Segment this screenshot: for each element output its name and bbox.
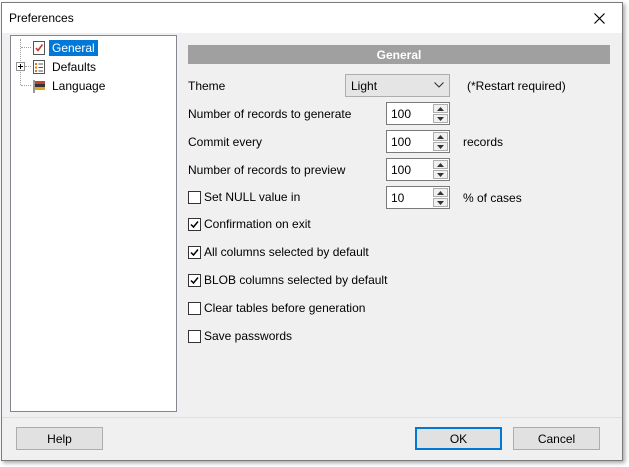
- footer-divider: [2, 417, 622, 418]
- tree-item-language[interactable]: Language: [31, 77, 108, 94]
- tree-item-defaults[interactable]: Defaults: [31, 58, 99, 75]
- theme-label: Theme: [188, 79, 226, 93]
- checkbox-box: [188, 190, 201, 204]
- records-generate-label: Number of records to generate: [188, 107, 352, 121]
- checkbox-box: [188, 273, 201, 287]
- plus-icon: [18, 64, 23, 69]
- help-button[interactable]: Help: [16, 427, 103, 450]
- increment-button[interactable]: [433, 104, 448, 113]
- records-preview-label: Number of records to preview: [188, 163, 346, 177]
- save-passwords-checkbox[interactable]: Save passwords: [188, 329, 292, 343]
- chevron-down-icon: [434, 82, 444, 88]
- close-icon: [593, 12, 605, 24]
- expand-defaults-toggle[interactable]: [16, 62, 25, 71]
- records-generate-input[interactable]: [387, 103, 431, 124]
- tree-item-general[interactable]: General: [31, 39, 98, 56]
- arrow-down-icon: [437, 116, 444, 121]
- decrement-button[interactable]: [433, 114, 448, 123]
- cancel-button[interactable]: Cancel: [513, 427, 600, 450]
- confirm-exit-label: Confirmation on exit: [204, 217, 311, 231]
- arrow-down-icon: [437, 172, 444, 177]
- arrow-up-icon: [437, 162, 444, 167]
- clear-tables-label: Clear tables before generation: [204, 301, 366, 315]
- ok-button[interactable]: OK: [415, 427, 502, 450]
- blob-columns-checkbox[interactable]: BLOB columns selected by default: [188, 273, 387, 287]
- checkmark-icon: [190, 248, 199, 256]
- arrow-down-icon: [437, 200, 444, 205]
- checkmark-icon: [190, 220, 199, 228]
- set-null-checkbox[interactable]: Set NULL value in: [188, 190, 300, 204]
- checkbox-box: [188, 245, 201, 259]
- arrow-down-icon: [437, 144, 444, 149]
- decrement-button[interactable]: [433, 142, 448, 151]
- category-tree[interactable]: General Defaults Language: [10, 35, 177, 412]
- all-columns-checkbox[interactable]: All columns selected by default: [188, 245, 369, 259]
- flag-icon: [31, 78, 47, 94]
- increment-button[interactable]: [433, 160, 448, 169]
- restart-note: (*Restart required): [467, 79, 566, 93]
- records-generate-stepper: [386, 102, 450, 125]
- commit-every-stepper: [386, 130, 450, 153]
- increment-button[interactable]: [433, 188, 448, 197]
- title-bar: Preferences: [2, 3, 622, 33]
- confirm-exit-checkbox[interactable]: Confirmation on exit: [188, 217, 311, 231]
- theme-value: Light: [351, 79, 378, 93]
- increment-button[interactable]: [433, 132, 448, 141]
- checkbox-box: [188, 329, 201, 343]
- preferences-dialog: Preferences General Defaults Language Ge…: [1, 2, 623, 461]
- list-icon: [31, 59, 47, 75]
- percent-cases-label: % of cases: [463, 191, 522, 205]
- theme-select[interactable]: Light: [345, 74, 450, 97]
- checkbox-box: [188, 301, 201, 315]
- save-passwords-label: Save passwords: [204, 329, 293, 343]
- commit-every-label: Commit every: [188, 135, 263, 149]
- checklist-icon: [31, 40, 47, 56]
- checkbox-box: [188, 217, 201, 231]
- null-percent-input[interactable]: [387, 187, 431, 208]
- close-button[interactable]: [576, 3, 622, 33]
- checkmark-icon: [190, 276, 199, 284]
- records-preview-input[interactable]: [387, 159, 431, 180]
- arrow-up-icon: [437, 106, 444, 111]
- tree-item-label: Defaults: [52, 59, 97, 74]
- commit-every-input[interactable]: [387, 131, 431, 152]
- tree-item-label: Language: [52, 78, 106, 93]
- arrow-up-icon: [437, 134, 444, 139]
- arrow-up-icon: [437, 190, 444, 195]
- records-preview-stepper: [386, 158, 450, 181]
- blob-columns-label: BLOB columns selected by default: [204, 273, 388, 287]
- tree-item-label: General: [49, 39, 98, 56]
- set-null-label: Set NULL value in: [204, 190, 301, 204]
- clear-tables-checkbox[interactable]: Clear tables before generation: [188, 301, 365, 315]
- decrement-button[interactable]: [433, 170, 448, 179]
- panel-header: General: [188, 45, 610, 64]
- decrement-button[interactable]: [433, 198, 448, 207]
- null-percent-stepper: [386, 186, 450, 209]
- records-unit-label: records: [463, 135, 504, 149]
- all-columns-label: All columns selected by default: [204, 245, 369, 259]
- window-title: Preferences: [9, 11, 74, 25]
